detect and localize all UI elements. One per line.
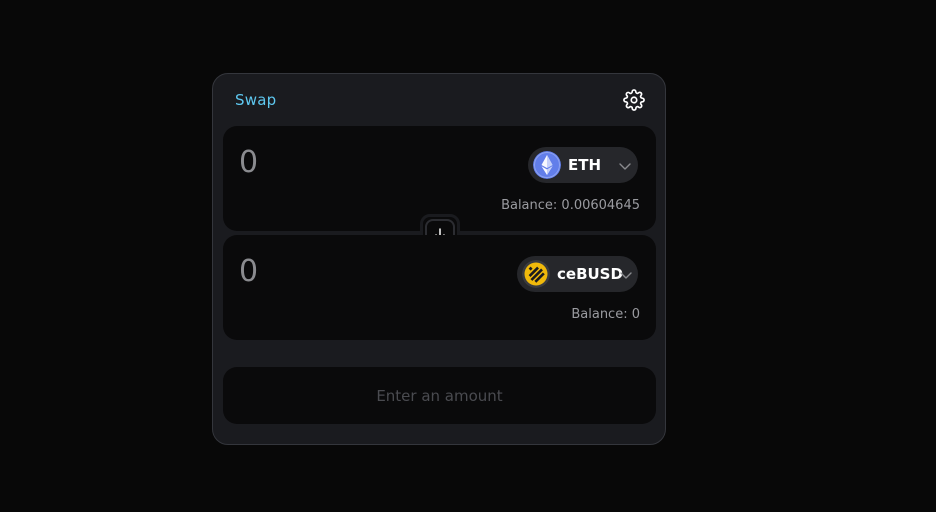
busd-logo-icon (522, 260, 550, 288)
ethereum-logo-icon (533, 151, 561, 179)
gear-icon[interactable] (623, 89, 645, 111)
from-token-select[interactable]: ETH (528, 147, 638, 183)
swap-card: Swap ETH Balance: 0.00604645 (212, 73, 666, 445)
enter-amount-button[interactable]: Enter an amount (223, 367, 656, 424)
swap-title: Swap (235, 91, 277, 109)
swap-header: Swap (213, 74, 665, 126)
to-panel: ceBUSD Balance: 0 (223, 235, 656, 340)
from-balance: Balance: 0.00604645 (501, 198, 640, 213)
chevron-down-icon (619, 163, 631, 170)
to-token-select[interactable]: ceBUSD (517, 256, 638, 292)
to-amount-input[interactable] (239, 253, 479, 289)
from-token-symbol: ETH (568, 156, 602, 174)
chevron-down-icon (620, 272, 632, 279)
from-amount-input[interactable] (239, 144, 479, 180)
to-token-symbol: ceBUSD (557, 265, 623, 283)
to-balance: Balance: 0 (571, 307, 640, 322)
